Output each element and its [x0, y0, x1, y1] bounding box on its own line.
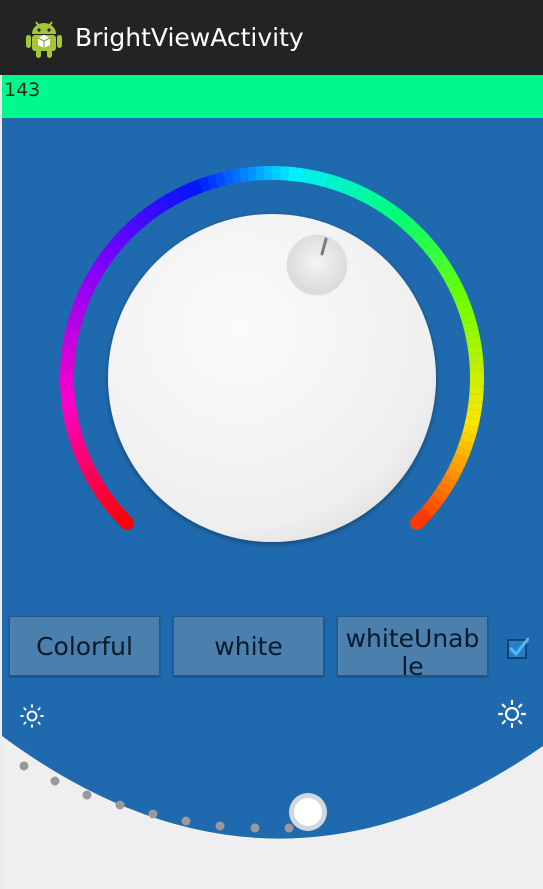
sun-small-icon	[20, 704, 44, 728]
slider-tick-dot	[215, 821, 225, 831]
slider-tick-dot	[181, 816, 191, 826]
android-robot-icon	[26, 20, 62, 58]
value-readout-bar: 143	[2, 75, 543, 118]
slider-tick-dot	[50, 776, 60, 786]
slider-tick-dot	[115, 800, 125, 810]
control-panel: Colorful white whiteUnable	[2, 118, 543, 889]
value-readout: 143	[4, 79, 41, 101]
slider-tick-dot	[19, 761, 29, 771]
slider-tick-dot	[148, 809, 158, 819]
slider-tick-dot	[284, 823, 294, 833]
slider-thumb[interactable]	[294, 798, 322, 826]
app-title-bar: BrightViewActivity	[0, 0, 543, 75]
app-title: BrightViewActivity	[75, 23, 304, 52]
slider-tick-dot	[250, 823, 260, 833]
sun-large-icon	[497, 699, 527, 729]
slider-tick-dot	[82, 790, 92, 800]
brightness-slider-panel	[2, 736, 543, 889]
